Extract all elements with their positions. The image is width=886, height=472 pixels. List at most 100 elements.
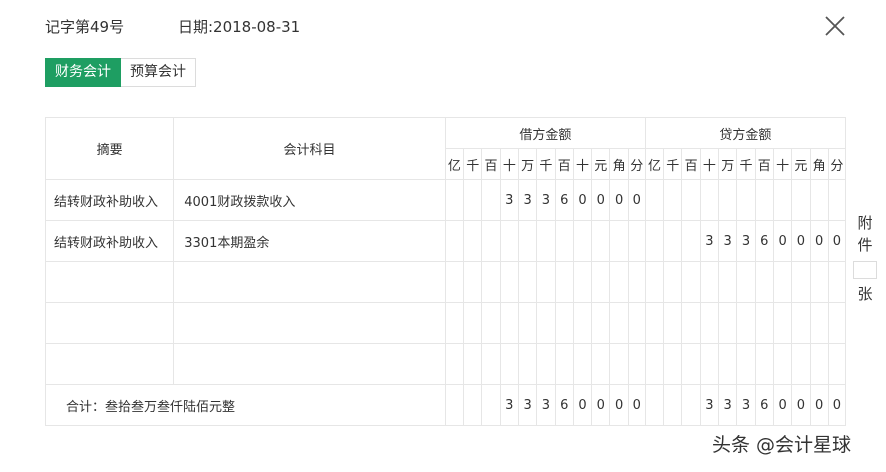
credit-digit-cell[interactable] bbox=[663, 343, 683, 385]
debit-digit-cell[interactable] bbox=[536, 261, 556, 303]
credit-digit-cell[interactable] bbox=[827, 261, 846, 303]
summary-cell[interactable] bbox=[44, 302, 175, 344]
summary-cell[interactable] bbox=[44, 261, 175, 303]
debit-digit-cell[interactable] bbox=[481, 220, 501, 262]
credit-digit-cell[interactable] bbox=[772, 179, 793, 221]
debit-digit-cell[interactable] bbox=[444, 343, 465, 385]
debit-digit-cell[interactable] bbox=[572, 302, 593, 344]
summary-cell[interactable] bbox=[44, 343, 175, 385]
tab-budget-accounting[interactable]: 预算会计 bbox=[121, 58, 196, 87]
credit-digit-cell[interactable] bbox=[736, 179, 756, 221]
debit-digit-cell[interactable] bbox=[609, 220, 629, 262]
debit-digit-cell[interactable] bbox=[627, 220, 646, 262]
credit-digit-cell[interactable] bbox=[791, 261, 811, 303]
credit-digit-cell[interactable] bbox=[681, 179, 701, 221]
credit-digit-cell[interactable] bbox=[754, 302, 774, 344]
credit-digit-cell[interactable] bbox=[791, 343, 811, 385]
debit-digit-cell[interactable] bbox=[444, 179, 465, 221]
credit-digit-cell[interactable] bbox=[699, 261, 720, 303]
subject-cell[interactable]: 4001财政拨款收入 bbox=[173, 179, 446, 221]
credit-digit-cell[interactable]: 6 bbox=[754, 220, 774, 262]
credit-digit-cell[interactable] bbox=[644, 261, 665, 303]
credit-digit-cell[interactable] bbox=[736, 261, 756, 303]
debit-digit-cell[interactable] bbox=[536, 302, 556, 344]
debit-digit-cell[interactable] bbox=[591, 343, 611, 385]
debit-digit-cell[interactable] bbox=[554, 302, 574, 344]
credit-digit-cell[interactable] bbox=[791, 179, 811, 221]
credit-digit-cell[interactable] bbox=[663, 220, 683, 262]
credit-digit-cell[interactable] bbox=[809, 343, 829, 385]
debit-digit-cell[interactable] bbox=[463, 179, 483, 221]
credit-digit-cell[interactable] bbox=[663, 302, 683, 344]
debit-digit-cell[interactable]: 3 bbox=[536, 179, 556, 221]
debit-digit-cell[interactable] bbox=[627, 302, 646, 344]
credit-digit-cell[interactable]: 3 bbox=[736, 220, 756, 262]
credit-digit-cell[interactable] bbox=[644, 220, 665, 262]
subject-cell[interactable]: 3301本期盈余 bbox=[173, 220, 446, 262]
credit-digit-cell[interactable] bbox=[699, 179, 720, 221]
debit-digit-cell[interactable] bbox=[609, 302, 629, 344]
debit-digit-cell[interactable] bbox=[481, 343, 501, 385]
credit-digit-cell[interactable] bbox=[718, 179, 738, 221]
credit-digit-cell[interactable] bbox=[772, 302, 793, 344]
credit-digit-cell[interactable] bbox=[644, 343, 665, 385]
credit-digit-cell[interactable] bbox=[736, 343, 756, 385]
credit-digit-cell[interactable] bbox=[681, 261, 701, 303]
credit-digit-cell[interactable] bbox=[827, 179, 846, 221]
debit-digit-cell[interactable]: 0 bbox=[609, 179, 629, 221]
credit-digit-cell[interactable] bbox=[681, 343, 701, 385]
credit-digit-cell[interactable] bbox=[754, 343, 774, 385]
debit-digit-cell[interactable] bbox=[517, 261, 538, 303]
debit-digit-cell[interactable] bbox=[499, 343, 519, 385]
credit-digit-cell[interactable] bbox=[772, 261, 793, 303]
debit-digit-cell[interactable] bbox=[481, 179, 501, 221]
credit-digit-cell[interactable] bbox=[644, 179, 665, 221]
debit-digit-cell[interactable] bbox=[517, 302, 538, 344]
subject-cell[interactable] bbox=[173, 261, 446, 303]
tab-financial-accounting[interactable]: 财务会计 bbox=[45, 58, 121, 87]
debit-digit-cell[interactable]: 0 bbox=[627, 179, 646, 221]
debit-digit-cell[interactable] bbox=[591, 220, 611, 262]
debit-digit-cell[interactable] bbox=[627, 343, 646, 385]
debit-digit-cell[interactable] bbox=[609, 343, 629, 385]
debit-digit-cell[interactable] bbox=[572, 220, 593, 262]
attachment-count-input[interactable] bbox=[853, 261, 877, 279]
credit-digit-cell[interactable] bbox=[663, 179, 683, 221]
debit-digit-cell[interactable] bbox=[444, 261, 465, 303]
debit-digit-cell[interactable] bbox=[463, 343, 483, 385]
debit-digit-cell[interactable] bbox=[554, 220, 574, 262]
debit-digit-cell[interactable] bbox=[444, 220, 465, 262]
debit-digit-cell[interactable] bbox=[536, 220, 556, 262]
debit-digit-cell[interactable] bbox=[554, 261, 574, 303]
credit-digit-cell[interactable] bbox=[809, 179, 829, 221]
debit-digit-cell[interactable] bbox=[609, 261, 629, 303]
subject-cell[interactable] bbox=[173, 343, 446, 385]
debit-digit-cell[interactable] bbox=[572, 343, 593, 385]
credit-digit-cell[interactable] bbox=[644, 302, 665, 344]
debit-digit-cell[interactable] bbox=[591, 261, 611, 303]
debit-digit-cell[interactable]: 3 bbox=[499, 179, 519, 221]
debit-digit-cell[interactable] bbox=[572, 261, 593, 303]
debit-digit-cell[interactable] bbox=[627, 261, 646, 303]
debit-digit-cell[interactable] bbox=[463, 220, 483, 262]
debit-digit-cell[interactable] bbox=[536, 343, 556, 385]
debit-digit-cell[interactable] bbox=[463, 302, 483, 344]
summary-cell[interactable]: 结转财政补助收入 bbox=[44, 220, 175, 262]
credit-digit-cell[interactable] bbox=[718, 302, 738, 344]
subject-cell[interactable] bbox=[173, 302, 446, 344]
debit-digit-cell[interactable] bbox=[499, 302, 519, 344]
debit-digit-cell[interactable] bbox=[463, 261, 483, 303]
credit-digit-cell[interactable]: 3 bbox=[699, 220, 720, 262]
credit-digit-cell[interactable] bbox=[791, 302, 811, 344]
credit-digit-cell[interactable] bbox=[699, 343, 720, 385]
debit-digit-cell[interactable] bbox=[481, 302, 501, 344]
credit-digit-cell[interactable]: 0 bbox=[827, 220, 846, 262]
credit-digit-cell[interactable] bbox=[754, 261, 774, 303]
credit-digit-cell[interactable] bbox=[809, 261, 829, 303]
credit-digit-cell[interactable] bbox=[827, 302, 846, 344]
credit-digit-cell[interactable] bbox=[718, 343, 738, 385]
credit-digit-cell[interactable]: 0 bbox=[772, 220, 793, 262]
credit-digit-cell[interactable] bbox=[663, 261, 683, 303]
credit-digit-cell[interactable] bbox=[772, 343, 793, 385]
summary-cell[interactable]: 结转财政补助收入 bbox=[44, 179, 175, 221]
